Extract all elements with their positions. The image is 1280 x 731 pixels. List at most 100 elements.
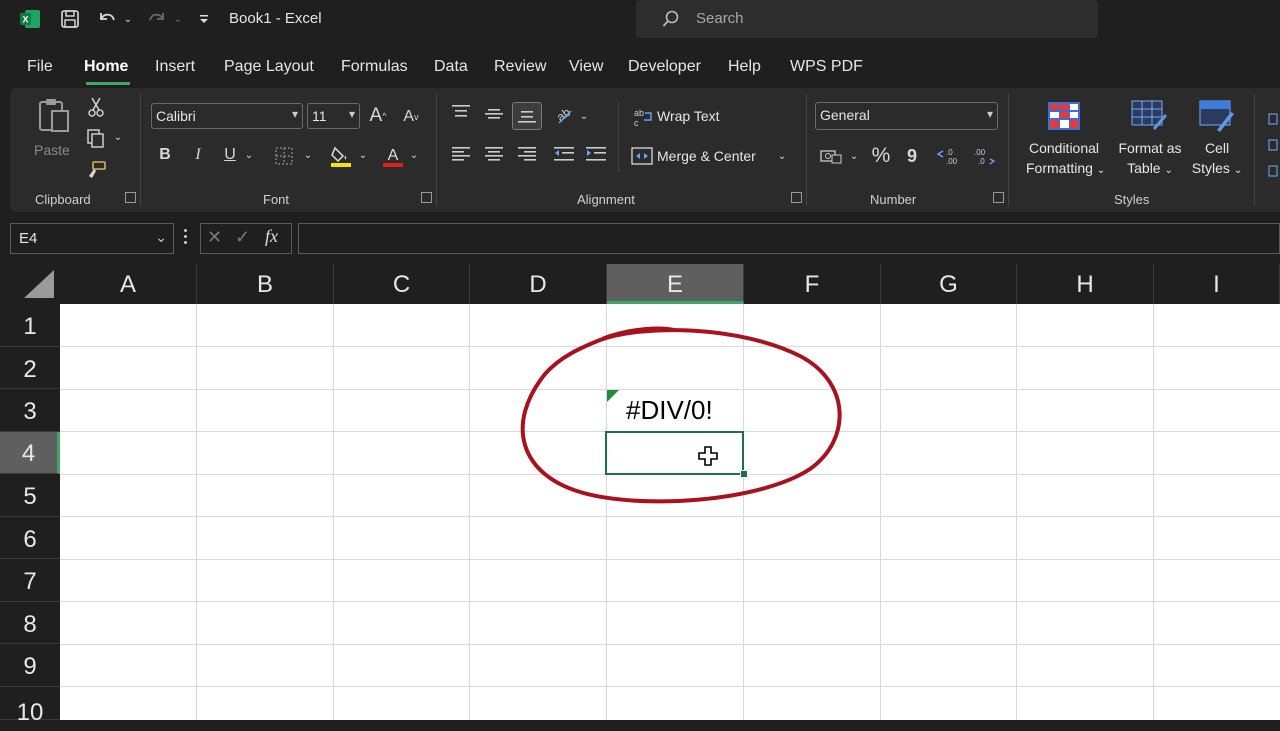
formula-input[interactable] — [298, 223, 1280, 254]
tab-insert[interactable]: Insert — [155, 58, 195, 76]
paste-label[interactable]: Paste — [34, 142, 70, 158]
font-name-value: Calibri — [156, 108, 196, 124]
tab-formulas[interactable]: Formulas — [341, 58, 408, 76]
copy-icon[interactable] — [82, 127, 112, 149]
customize-toolbar-icon[interactable] — [196, 8, 212, 30]
decrease-decimal-icon[interactable]: .00.0 — [970, 144, 996, 168]
format-painter-icon[interactable] — [84, 159, 108, 181]
group-separator — [806, 94, 807, 206]
font-size-value: 11 — [312, 108, 327, 124]
increase-indent-icon[interactable] — [585, 144, 607, 164]
number-launcher-icon[interactable] — [993, 192, 1004, 203]
svg-text:X: X — [22, 15, 28, 25]
undo-icon[interactable] — [94, 8, 120, 30]
merge-dropdown-icon[interactable]: ⌄ — [776, 148, 788, 164]
wrap-text-button[interactable]: Wrap Text — [657, 108, 720, 124]
tab-data[interactable]: Data — [434, 58, 468, 76]
font-color-icon[interactable]: A — [380, 143, 406, 169]
alignment-group-label: Alignment — [577, 192, 635, 207]
enter-icon[interactable]: ✓ — [235, 227, 250, 248]
group-separator — [1008, 94, 1009, 206]
underline-button[interactable]: U — [219, 144, 241, 166]
undo-dropdown-icon[interactable]: ⌄ — [122, 8, 134, 30]
borders-icon[interactable] — [272, 145, 296, 167]
align-center-icon[interactable] — [483, 144, 505, 164]
tab-developer[interactable]: Developer — [628, 58, 701, 76]
format-as-table-button[interactable]: Format as Table ⌄ — [1114, 138, 1186, 181]
excel-icon[interactable]: X — [18, 8, 42, 30]
redo-dropdown-icon[interactable]: ⌄ — [172, 8, 184, 30]
formula-controls: ✕ ✓ fx — [200, 223, 292, 254]
ribbon: Paste ⌄ Clipboard Calibri ▾ 11 ▾ A ^ Av B I… — [10, 88, 1280, 212]
align-right-icon[interactable] — [516, 144, 538, 164]
conditional-formatting-button[interactable]: Conditional Formatting ⌄ — [1026, 138, 1105, 181]
decrease-indent-icon[interactable] — [553, 144, 575, 164]
annotation-circle — [520, 326, 842, 504]
accounting-dropdown-icon[interactable]: ⌄ — [848, 148, 860, 164]
top-align-icon[interactable] — [450, 102, 472, 122]
chevron-down-icon[interactable]: ⌄ — [155, 229, 167, 246]
group-separator — [140, 94, 141, 206]
tab-page-layout[interactable]: Page Layout — [224, 58, 314, 76]
accounting-format-icon[interactable] — [818, 146, 844, 166]
tab-review[interactable]: Review — [494, 58, 546, 76]
italic-button[interactable]: I — [188, 144, 208, 166]
tab-file[interactable]: File — [27, 58, 53, 76]
tab-home[interactable]: Home — [84, 58, 128, 76]
copy-dropdown-icon[interactable]: ⌄ — [112, 131, 124, 143]
format-as-table-icon[interactable] — [1131, 100, 1167, 132]
more-options-icon[interactable] — [182, 229, 188, 249]
paste-icon[interactable] — [34, 96, 74, 136]
increase-decimal-icon[interactable]: .0.00 — [936, 144, 962, 168]
svg-text:.00: .00 — [946, 157, 958, 166]
group-separator — [436, 94, 437, 206]
bottom-align-icon[interactable] — [512, 102, 542, 130]
middle-align-icon[interactable] — [483, 104, 505, 124]
save-icon[interactable] — [58, 8, 82, 30]
cancel-icon[interactable]: ✕ — [207, 227, 222, 248]
redo-icon[interactable] — [144, 8, 170, 30]
fill-color-dropdown-icon[interactable]: ⌄ — [357, 146, 369, 164]
percent-style-button[interactable]: % — [870, 144, 892, 168]
insert-function-icon[interactable]: fx — [265, 226, 278, 247]
increase-font-size-icon[interactable]: A ^ — [366, 104, 390, 128]
active-tab-indicator — [86, 82, 130, 85]
ribbon-tabs: File Home Insert Page Layout Formulas Da… — [0, 48, 1280, 88]
number-group-label: Number — [870, 192, 917, 207]
font-name-dropdown[interactable]: Calibri ▾ — [151, 103, 303, 129]
tab-view[interactable]: View — [569, 58, 603, 76]
svg-text:.0: .0 — [978, 157, 985, 166]
wrap-text-icon[interactable]: ab c — [632, 106, 654, 128]
alignment-launcher-icon[interactable] — [791, 192, 802, 203]
search-box[interactable]: Search — [636, 0, 1098, 38]
styles-group-label: Styles — [1114, 192, 1150, 207]
cell-styles-button[interactable]: Cell Styles ⌄ — [1186, 138, 1248, 181]
cells-group-icons[interactable] — [1266, 100, 1280, 190]
cell-styles-icon[interactable] — [1199, 100, 1235, 132]
font-launcher-icon[interactable] — [421, 192, 432, 203]
tab-help[interactable]: Help — [728, 58, 761, 76]
conditional-formatting-icon[interactable] — [1046, 100, 1082, 132]
name-box[interactable]: E4 ⌄ — [10, 223, 174, 254]
comma-style-button[interactable]: 9 — [904, 144, 920, 168]
font-group-label: Font — [263, 192, 290, 207]
font-size-dropdown[interactable]: 11 ▾ — [307, 103, 360, 129]
cut-icon[interactable] — [84, 96, 108, 118]
decrease-font-size-icon[interactable]: Av — [400, 106, 422, 128]
underline-dropdown-icon[interactable]: ⌄ — [243, 146, 255, 164]
chevron-down-icon: ▾ — [348, 107, 355, 121]
font-color-dropdown-icon[interactable]: ⌄ — [408, 146, 420, 164]
merge-center-icon[interactable] — [630, 145, 654, 167]
tab-wps-pdf[interactable]: WPS PDF — [790, 58, 863, 76]
merge-center-button[interactable]: Merge & Center — [657, 148, 756, 164]
orientation-dropdown-icon[interactable]: ⌄ — [578, 108, 590, 124]
align-left-icon[interactable] — [450, 144, 472, 164]
svg-text:.0: .0 — [946, 148, 953, 157]
clipboard-launcher-icon[interactable] — [125, 192, 136, 203]
borders-dropdown-icon[interactable]: ⌄ — [302, 146, 314, 164]
number-format-dropdown[interactable]: General ▾ — [815, 102, 998, 130]
orientation-icon[interactable]: ab — [552, 104, 576, 126]
fill-color-icon[interactable] — [328, 143, 354, 169]
bold-button[interactable]: B — [155, 144, 175, 166]
group-separator — [1254, 94, 1255, 206]
